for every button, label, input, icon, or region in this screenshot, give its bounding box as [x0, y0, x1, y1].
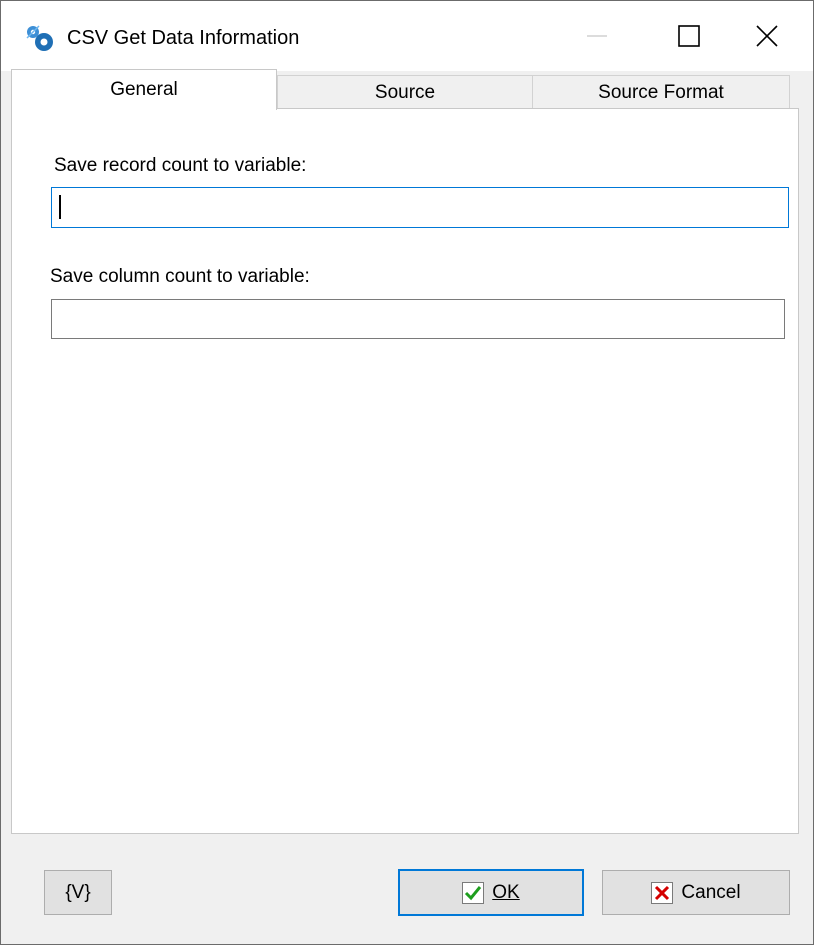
- dialog-window: CSV Get Data Information General Source …: [0, 0, 814, 945]
- text-caret: [59, 195, 61, 219]
- title-bar[interactable]: CSV Get Data Information: [1, 1, 813, 71]
- maximize-icon: [678, 25, 700, 47]
- insert-variable-button[interactable]: {V}: [44, 870, 112, 915]
- ok-label: OK: [492, 881, 520, 903]
- window-title: CSV Get Data Information: [67, 27, 300, 49]
- close-icon: [756, 25, 778, 47]
- record-count-variable-input[interactable]: [51, 187, 789, 228]
- tab-source[interactable]: Source: [277, 75, 533, 109]
- general-tab-panel: Save record count to variable: Save colu…: [11, 108, 799, 834]
- x-mark-icon: [651, 881, 674, 904]
- column-count-label: Save column count to variable:: [50, 266, 310, 287]
- ok-button[interactable]: OK: [398, 869, 584, 916]
- tab-source-format[interactable]: Source Format: [532, 75, 790, 109]
- close-button[interactable]: [721, 1, 813, 71]
- tab-strip: General Source Source Format: [1, 69, 813, 110]
- minimize-button[interactable]: [551, 1, 643, 71]
- column-count-variable-input[interactable]: [51, 299, 785, 339]
- record-count-label: Save record count to variable:: [54, 155, 307, 176]
- checkmark-icon: [462, 881, 485, 904]
- gears-icon: [25, 24, 55, 54]
- cancel-label: Cancel: [681, 881, 741, 903]
- cancel-button[interactable]: Cancel: [602, 870, 790, 915]
- tab-general[interactable]: General: [11, 69, 277, 110]
- insert-variable-label: {V}: [65, 881, 91, 903]
- minimize-icon: [587, 35, 607, 37]
